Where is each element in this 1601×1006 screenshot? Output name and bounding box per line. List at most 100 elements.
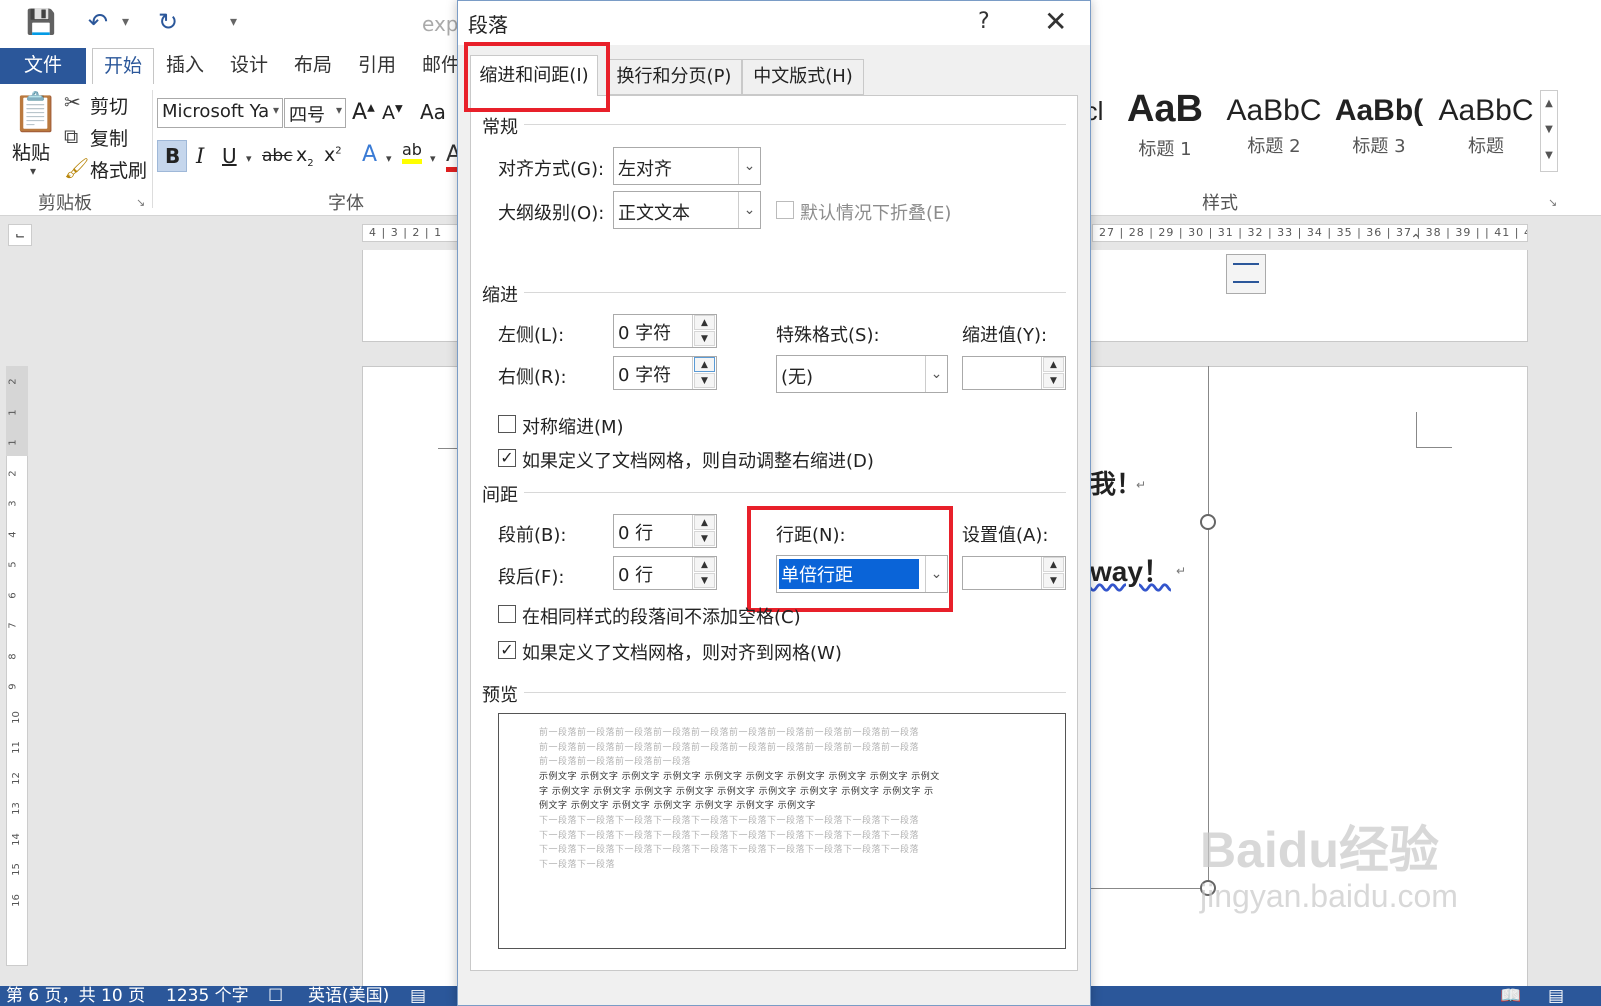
undo-icon[interactable]: ↶ — [88, 8, 108, 36]
scissors-icon[interactable]: ✂ — [64, 90, 81, 114]
indent-by-spinner[interactable]: ▲ ▼ — [962, 356, 1066, 390]
tab-asian-typography[interactable]: 中文版式(H) — [742, 59, 864, 95]
proofing-icon[interactable]: ☐ — [268, 986, 283, 1006]
tab-selector-icon[interactable]: ⌙ — [8, 224, 32, 246]
print-layout-icon[interactable]: ▤ — [1548, 986, 1564, 1006]
paste-dropdown-icon[interactable]: ▾ — [30, 164, 36, 178]
dialog-launcher-icon[interactable]: ↘ — [136, 196, 145, 209]
paste-icon[interactable]: 📋 — [12, 90, 59, 135]
horizontal-ruler-left[interactable]: 4 | 3 | 2 | 1 — [362, 224, 458, 242]
indent-left-spinner[interactable]: 0 字符 ▲ ▼ — [613, 314, 717, 348]
font-size-combo[interactable]: 四号 ▾ — [284, 98, 346, 128]
copy-button[interactable]: 复制 — [90, 124, 128, 151]
status-page[interactable]: 第 6 页，共 10 页 — [6, 986, 145, 1006]
tab-mailings[interactable]: 邮件 — [422, 48, 460, 84]
spin-up-icon[interactable]: ▲ — [694, 557, 715, 572]
spacing-at-spinner[interactable]: ▲ ▼ — [962, 556, 1066, 590]
tab-file[interactable]: 文件 — [0, 48, 86, 84]
status-words[interactable]: 1235 个字 — [166, 986, 249, 1006]
format-painter-button[interactable]: 格式刷 — [90, 156, 147, 183]
macro-icon[interactable]: ▤ — [410, 986, 426, 1006]
indent-right-spinner[interactable]: 0 字符 ▲ ▼ — [613, 356, 717, 390]
spin-down-icon[interactable]: ▼ — [694, 331, 715, 346]
spin-down-icon[interactable]: ▼ — [694, 373, 715, 388]
strikethrough-icon[interactable]: abc — [262, 146, 293, 166]
style-title[interactable]: AaBbC 标题 — [1436, 94, 1536, 158]
document-text-line[interactable]: way！ — [1090, 550, 1171, 590]
tab-insert[interactable]: 插入 — [166, 48, 204, 84]
subscript-icon[interactable]: x2 — [296, 144, 314, 169]
tab-line-page-breaks[interactable]: 换行和分页(P) — [606, 59, 742, 95]
tab-layout[interactable]: 布局 — [294, 48, 332, 84]
collapse-checkbox[interactable] — [776, 201, 794, 219]
outline-level-select[interactable]: 正文文本 ⌄ — [613, 191, 761, 229]
save-icon[interactable]: 💾 — [26, 8, 56, 36]
space-before-spinner[interactable]: 0 行 ▲ ▼ — [613, 514, 717, 548]
style-heading-2[interactable]: AaBbC 标题 2 — [1224, 94, 1324, 158]
chevron-down-icon[interactable]: ▾ — [246, 152, 252, 165]
shrink-font-icon[interactable]: A▼ — [382, 102, 403, 124]
spin-down-icon[interactable]: ▼ — [694, 531, 715, 546]
italic-icon[interactable]: I — [196, 144, 204, 168]
spin-down-icon[interactable]: ▼ — [1043, 573, 1064, 588]
chevron-down-icon[interactable]: ▾ — [430, 152, 436, 165]
spin-up-icon[interactable]: ▲ — [694, 515, 715, 530]
dialog-launcher-icon[interactable]: ↘ — [1548, 196, 1557, 209]
grow-font-icon[interactable]: A▲ — [352, 100, 375, 125]
tab-references[interactable]: 引用 — [358, 48, 396, 84]
no-space-same-style-checkbox[interactable] — [498, 605, 516, 623]
more-styles-icon[interactable]: ▼ — [1545, 150, 1553, 161]
close-icon[interactable]: ✕ — [1044, 5, 1067, 38]
customize-qat-icon[interactable]: ▾ — [230, 14, 237, 30]
scroll-up-icon[interactable]: ▲ — [1545, 98, 1553, 109]
font-name-combo[interactable]: Microsoft Ya ▾ — [157, 98, 283, 128]
style-partial-item[interactable]: cl — [1090, 96, 1114, 127]
cut-button[interactable]: 剪切 — [90, 92, 128, 119]
underline-icon[interactable]: U — [222, 144, 237, 168]
vertical-ruler[interactable] — [6, 366, 28, 966]
alignment-label: 对齐方式(G): — [498, 159, 605, 180]
spinner-buttons: ▲ ▼ — [692, 357, 716, 389]
change-case-button[interactable]: Aa — [420, 100, 446, 124]
help-button[interactable]: ? — [978, 9, 990, 34]
read-mode-icon[interactable]: 📖 — [1500, 986, 1521, 1006]
spin-down-icon[interactable]: ▼ — [1043, 373, 1064, 388]
header-footer-icon[interactable] — [1226, 254, 1266, 294]
status-language[interactable]: 英语(美国) — [308, 986, 389, 1006]
spin-up-icon[interactable]: ▲ — [1043, 357, 1064, 372]
bold-button[interactable]: B — [157, 140, 187, 172]
horizontal-ruler-right[interactable]: 27 | 28 | 29 | 30 | 31 | 32 | 33 | 34 | … — [1092, 224, 1528, 242]
highlight-icon[interactable]: ab — [402, 140, 422, 164]
tab-design[interactable]: 设计 — [230, 48, 268, 84]
superscript-icon[interactable]: x2 — [324, 144, 342, 166]
snap-to-grid-checkbox[interactable]: ✓ — [498, 641, 516, 659]
style-heading-1[interactable]: AaB 标题 1 — [1118, 88, 1212, 161]
spin-up-icon[interactable]: ▲ — [1043, 557, 1064, 572]
copy-icon[interactable]: ⧉ — [64, 124, 78, 148]
paste-button[interactable]: 粘贴 — [12, 138, 50, 165]
chevron-down-icon[interactable]: ▾ — [386, 152, 392, 165]
dialog-title-bar[interactable]: 段落 ? ✕ — [458, 1, 1090, 45]
special-indent-select[interactable]: (无) ⌄ — [776, 355, 948, 393]
vertical-ruler-tick: 7 — [7, 622, 19, 629]
styles-scrollbar[interactable]: ▲ ▼ ▼ — [1540, 90, 1558, 172]
alignment-select[interactable]: 左对齐 ⌄ — [613, 147, 761, 185]
alignment-value: 左对齐 — [618, 159, 672, 180]
text-effects-icon[interactable]: A — [362, 142, 377, 167]
style-heading-3[interactable]: AaBb(标题 3 — [1332, 94, 1426, 158]
undo-dropdown-icon[interactable]: ▾ — [122, 14, 129, 30]
space-after-spinner[interactable]: 0 行 ▲ ▼ — [613, 556, 717, 590]
spin-up-icon[interactable]: ▲ — [694, 315, 715, 330]
indent-marker-icon[interactable]: ⌃ — [1410, 232, 1422, 248]
mirror-indents-checkbox[interactable] — [498, 415, 516, 433]
resize-handle-icon[interactable] — [1200, 514, 1216, 530]
format-painter-icon[interactable]: 🖌 — [64, 156, 89, 180]
tab-home[interactable]: 开始 — [92, 48, 154, 84]
auto-adjust-indent-checkbox[interactable]: ✓ — [498, 449, 516, 467]
spin-up-icon[interactable]: ▲ — [694, 357, 715, 372]
redo-icon[interactable]: ↻ — [158, 8, 178, 36]
group-divider — [152, 90, 153, 208]
spin-down-icon[interactable]: ▼ — [694, 573, 715, 588]
scroll-down-icon[interactable]: ▼ — [1545, 124, 1553, 135]
document-text-line[interactable]: 我！ — [1090, 464, 1142, 501]
